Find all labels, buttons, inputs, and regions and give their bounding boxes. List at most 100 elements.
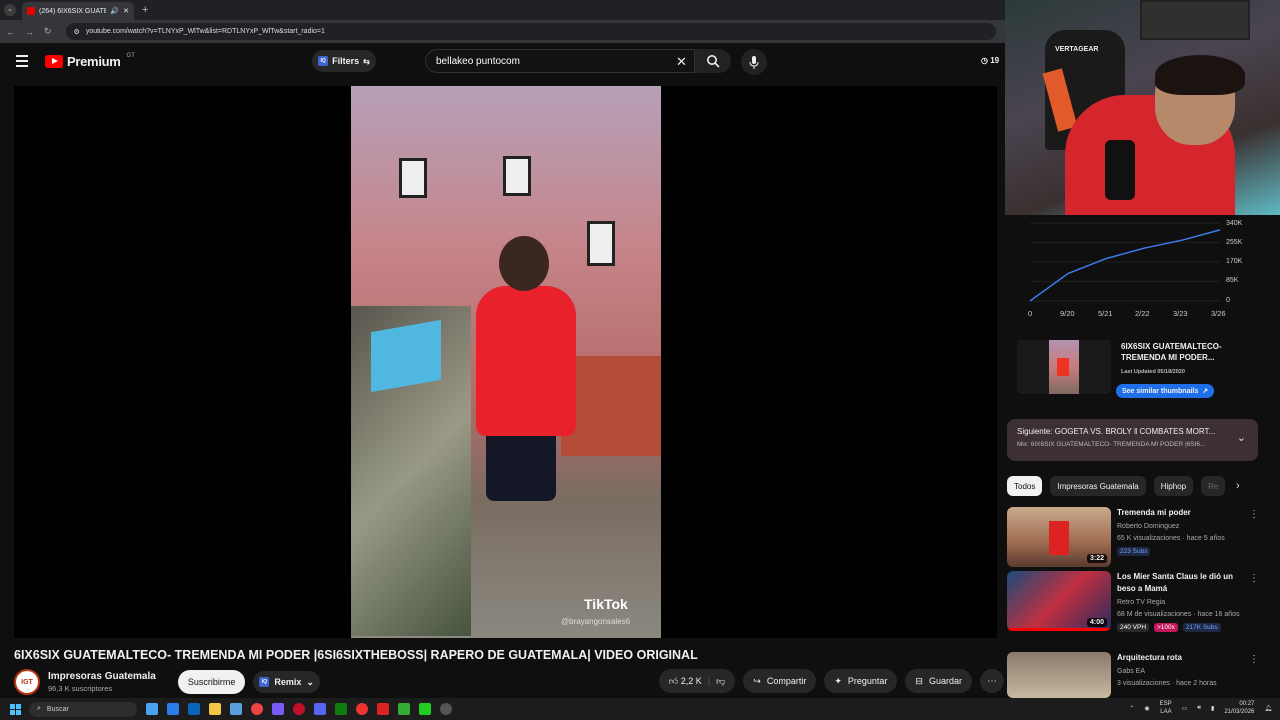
similar-thumbnails-button[interactable]: See similar thumbnails ↗ <box>1116 384 1215 398</box>
wall-picture <box>587 221 615 266</box>
tiktok-watermark: TikTok <box>584 596 628 612</box>
chevron-right-icon[interactable]: › <box>1236 480 1240 492</box>
forward-icon[interactable]: → <box>25 27 34 37</box>
y-tick: 170K <box>1226 258 1243 265</box>
remix-button[interactable]: IQ Remix ⌄ <box>253 671 320 693</box>
chip-impresoras-guatemala[interactable]: Impresoras Guatemala <box>1050 476 1146 496</box>
save-button[interactable]: ⊟ Guardar <box>905 669 972 693</box>
app-icon[interactable] <box>272 703 284 715</box>
browser-tab[interactable]: (264) 6IX6SIX GUATEMALTE 🔊 ✕ <box>22 2 134 20</box>
back-icon[interactable]: ← <box>6 27 15 37</box>
youtube-favicon-icon <box>27 7 35 15</box>
search-input[interactable]: bellakeo puntocom <box>425 49 695 73</box>
tubebuddy-icon: IQ <box>318 56 329 66</box>
timer-text: 19 <box>990 56 1000 65</box>
recommendation-thumbnail <box>1007 652 1111 698</box>
share-button[interactable]: ↪ Compartir <box>743 669 817 693</box>
tab-close-icon[interactable]: ✕ <box>123 7 129 15</box>
discord-icon[interactable] <box>314 703 326 715</box>
youtube-logo[interactable]: Premium GT <box>45 53 135 69</box>
chevron-up-icon[interactable]: ⌃ <box>1129 705 1134 712</box>
chip-hiphop[interactable]: Hiphop <box>1153 476 1194 496</box>
app-icon[interactable] <box>377 703 389 715</box>
edge-icon[interactable] <box>188 703 200 715</box>
x-tick: 2/22 <box>1135 309 1150 318</box>
y-tick: 255K <box>1226 239 1243 246</box>
clear-search-icon[interactable]: ✕ <box>676 54 687 70</box>
recommendation-channel: Gabs EA <box>1117 668 1146 675</box>
subscribe-button[interactable]: Suscribirme <box>177 670 246 694</box>
xbox-icon[interactable] <box>335 703 347 715</box>
menu-icon[interactable] <box>16 55 28 67</box>
microphone-icon <box>749 55 759 69</box>
media-player-icon[interactable] <box>356 703 368 715</box>
taskbar-search-label: Buscar <box>46 705 69 713</box>
location-icon[interactable]: ◉ <box>1144 705 1149 712</box>
notifications-icon[interactable]: 🔔︎ <box>1264 705 1272 712</box>
video-player[interactable]: TikTok @brayangonsales6 <box>14 86 997 638</box>
task-view-icon[interactable] <box>146 703 158 715</box>
minecraft-icon[interactable] <box>419 703 431 715</box>
recommendation-item[interactable]: Arquitectura rota Gabs EA 3 visualizacio… <box>1007 652 1273 698</box>
more-actions-icon[interactable]: ⋯ <box>980 669 1004 693</box>
windows-start-icon[interactable] <box>10 703 21 715</box>
language-indicator[interactable]: ESP LAA <box>1160 700 1172 716</box>
store-icon[interactable] <box>230 703 242 715</box>
recommendation-item[interactable]: 4:00 Los Mier Santa Claus le dió un beso… <box>1007 571 1273 632</box>
channel-avatar[interactable]: IGT <box>14 669 40 695</box>
obs-icon[interactable] <box>440 703 452 715</box>
clock[interactable]: 00:27 21/03/2026 <box>1224 700 1254 716</box>
recommendation-stats: 68 M de visualizaciones · hace 16 años <box>1117 611 1240 618</box>
up-next-title: Siguiente: GOGETA VS. BROLY ‖ COMBATES M… <box>1017 427 1216 436</box>
file-explorer-icon[interactable] <box>209 703 221 715</box>
battery-icon[interactable]: ▮ <box>1211 705 1214 712</box>
chip-todos[interactable]: Todos <box>1007 476 1043 496</box>
like-dislike-group: 👍︎ 2,2 K | 👎︎ <box>658 669 736 693</box>
video-duration: 4:00 <box>1086 618 1107 627</box>
chevron-down-icon[interactable]: ⌄ <box>1237 431 1246 444</box>
new-tab-icon[interactable]: + <box>142 4 148 16</box>
up-next-panel[interactable]: Siguiente: GOGETA VS. BROLY ‖ COMBATES M… <box>1007 419 1258 461</box>
up-next-mix: Mix: 6IX6SIX GUATEMALTECO- TREMENDA MI P… <box>1017 441 1206 448</box>
ask-button[interactable]: ✦ Preguntar <box>824 669 898 693</box>
thumbnail-preview[interactable] <box>1017 340 1111 394</box>
recommendation-title: Tremenda mi poder <box>1117 508 1191 517</box>
recommendation-badges: 223 Subs <box>1117 547 1257 556</box>
reload-icon[interactable]: ↻ <box>44 26 52 37</box>
widgets-icon[interactable] <box>167 703 179 715</box>
share-label: Compartir <box>766 676 807 686</box>
system-tray: ⌃ ◉ ESP LAA ▭ 🔊︎ ▮ 00:27 21/03/2026 🔔︎ <box>1129 700 1272 716</box>
app-icon[interactable] <box>398 703 410 715</box>
more-options-icon[interactable]: ⋮ <box>1249 573 1259 584</box>
recommendation-thumbnail: 3:22 <box>1007 507 1111 567</box>
more-options-icon[interactable]: ⋮ <box>1249 654 1259 665</box>
chrome-icon[interactable] <box>251 703 263 715</box>
clock-date: 21/03/2026 <box>1224 709 1255 715</box>
wall-picture <box>399 158 427 198</box>
opera-icon[interactable] <box>293 703 305 715</box>
search-button[interactable] <box>695 49 731 73</box>
subscriber-count: 96,3 K suscriptores <box>48 684 113 693</box>
video-frame: TikTok @brayangonsales6 <box>351 86 661 638</box>
timer-indicator[interactable]: ◷ 19 <box>981 56 999 65</box>
tab-search-icon[interactable]: ⌄ <box>4 4 16 16</box>
voice-search-button[interactable] <box>741 49 767 75</box>
site-info-icon[interactable]: ⚙ <box>74 28 80 36</box>
recommendation-item[interactable]: 3:22 Tremenda mi poder Roberto Dominguez… <box>1007 507 1273 567</box>
wall-picture <box>503 156 531 196</box>
dislike-icon[interactable]: 👎︎ <box>716 676 725 687</box>
more-options-icon[interactable]: ⋮ <box>1249 509 1259 520</box>
url-field[interactable]: ⚙ youtube.com/watch?v=TLNYxP_WlTw&list=R… <box>65 23 996 40</box>
like-button[interactable]: 👍︎ 2,2 K <box>669 676 702 687</box>
channel-name[interactable]: Impresoras Guatemala <box>48 671 156 682</box>
y-tick: 0 <box>1226 297 1230 304</box>
chip-partial[interactable]: Re <box>1201 476 1226 496</box>
filters-button[interactable]: IQ Filters ⇆ <box>312 50 376 72</box>
vph-badge: 240 VPH <box>1117 623 1150 632</box>
speaker-icon[interactable]: 🔊 <box>110 7 119 15</box>
taskbar-search[interactable]: ⌕ Buscar <box>29 701 137 717</box>
subs-badge: 217K Subs <box>1182 623 1221 632</box>
share-icon: ↪ <box>753 675 761 686</box>
volume-icon[interactable]: 🔊︎ <box>1197 705 1201 712</box>
network-icon[interactable]: ▭ <box>1182 705 1188 712</box>
